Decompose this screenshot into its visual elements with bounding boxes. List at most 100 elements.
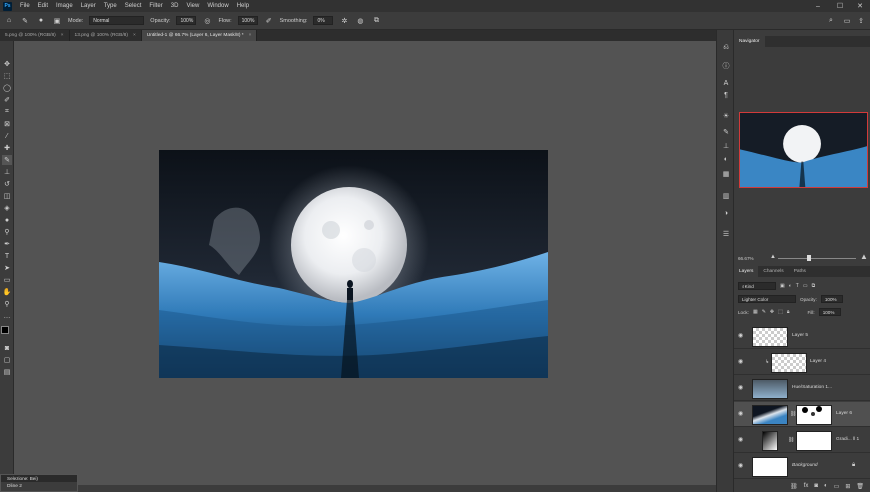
layer-name[interactable]: Layer 6: [836, 411, 852, 416]
quick-mask-icon[interactable]: ◙: [2, 343, 12, 353]
tab-paths[interactable]: Paths: [789, 266, 811, 277]
menu-image[interactable]: Image: [52, 3, 77, 9]
tab-untitled-1[interactable]: Untitled-1 @ 66.7% (Layer 6, Layer Mask/…: [141, 30, 258, 41]
pressure-opacity-icon[interactable]: ◎: [202, 16, 212, 26]
properties-icon[interactable]: ☰: [720, 228, 732, 239]
smoothing-field[interactable]: 0%: [313, 16, 334, 25]
photoshop-logo-icon[interactable]: Ps: [3, 1, 12, 11]
pen-tool-icon[interactable]: ✒: [2, 239, 12, 249]
close-icon[interactable]: ×: [133, 33, 136, 38]
screen-mode-icon[interactable]: ▢: [2, 355, 12, 365]
menu-3d[interactable]: 3D: [167, 3, 183, 9]
layer-row[interactable]: ◉ Hue/Saturation 1...: [734, 376, 870, 401]
zoom-slider[interactable]: [778, 258, 856, 259]
blur-tool-icon[interactable]: ●: [2, 215, 12, 225]
layer-row[interactable]: ◉ ⛓ Gradi... ll 1: [734, 428, 870, 453]
opacity-field[interactable]: 100%: [176, 16, 197, 25]
marquee-tool-icon[interactable]: ⬚: [2, 71, 12, 81]
menu-help[interactable]: Help: [233, 3, 253, 9]
lock-transparent-icon[interactable]: ▦: [753, 309, 758, 315]
color-icon[interactable]: ◐: [720, 154, 732, 165]
move-tool-icon[interactable]: ✥: [2, 59, 12, 69]
eraser-tool-icon[interactable]: ◫: [2, 191, 12, 201]
layer-row[interactable]: ◉ Layer 5: [734, 324, 870, 349]
flow-field[interactable]: 100%: [237, 16, 258, 25]
lasso-tool-icon[interactable]: ◯: [2, 83, 12, 93]
filter-adjust-icon[interactable]: ◐: [789, 283, 792, 289]
layer-name[interactable]: Layer 5: [792, 333, 808, 338]
history-icon[interactable]: ⎌: [720, 42, 732, 53]
swatches-icon[interactable]: ▦: [720, 168, 732, 179]
paint-bucket-tool-icon[interactable]: ◈: [2, 203, 12, 213]
symmetry-icon[interactable]: ⧉: [371, 16, 381, 26]
visibility-eye-icon[interactable]: ◉: [738, 358, 746, 366]
share-icon[interactable]: ⇪: [856, 16, 866, 26]
visibility-eye-icon[interactable]: ◉: [738, 384, 746, 392]
new-group-icon[interactable]: ▭: [834, 483, 840, 490]
brush-tool-icon[interactable]: ✎: [2, 155, 12, 165]
lock-artboard-icon[interactable]: ⬚: [778, 309, 783, 315]
layer-opacity-field[interactable]: 100%: [820, 295, 843, 303]
menu-layer[interactable]: Layer: [77, 3, 100, 9]
lock-position-icon[interactable]: ✥: [770, 309, 774, 315]
layer-mask-thumbnail[interactable]: [796, 431, 832, 451]
frame-tool-icon[interactable]: ⊠: [2, 119, 12, 129]
close-icon[interactable]: ×: [249, 33, 252, 38]
menu-select[interactable]: Select: [121, 3, 146, 9]
filter-type-icon[interactable]: T: [796, 283, 799, 289]
maximize-button[interactable]: ☐: [830, 0, 850, 12]
adjustments-icon[interactable]: ◑: [720, 208, 732, 219]
add-mask-icon[interactable]: ◙: [814, 483, 818, 489]
lock-image-icon[interactable]: ✎: [762, 309, 766, 315]
eyedropper-tool-icon[interactable]: ⁄: [2, 131, 12, 141]
minimize-button[interactable]: –: [808, 0, 828, 12]
filter-kind-select[interactable]: ⌕ Kind: [738, 282, 776, 290]
brush-panel-icon[interactable]: ✎: [720, 126, 732, 137]
paragraph-icon[interactable]: ¶: [720, 90, 732, 101]
zoom-tool-icon[interactable]: ⚲: [2, 299, 12, 309]
close-icon[interactable]: ×: [61, 33, 64, 38]
mode-select[interactable]: Normal: [89, 16, 145, 25]
path-selection-tool-icon[interactable]: ➤: [2, 263, 12, 273]
navigator-preview[interactable]: [739, 112, 868, 188]
layer-row[interactable]: ◉ Background 🔒︎: [734, 454, 870, 479]
new-adjustment-icon[interactable]: ◐: [824, 483, 828, 489]
floating-panel[interactable]: Selezione: Bei) Dline 2: [0, 474, 78, 492]
menu-edit[interactable]: Edit: [34, 3, 52, 9]
gear-icon[interactable]: ✲: [339, 16, 349, 26]
tab-5-png[interactable]: 5.png @ 100% (RGB/8) ×: [0, 30, 70, 41]
frame-mode-icon[interactable]: ▤: [2, 367, 12, 377]
visibility-eye-icon[interactable]: ◉: [738, 462, 746, 470]
layer-name[interactable]: Background: [792, 463, 818, 468]
menu-view[interactable]: View: [182, 3, 203, 9]
airbrush-icon[interactable]: ✐: [264, 16, 274, 26]
brush-preset-icon[interactable]: ✎: [20, 16, 30, 26]
dodge-tool-icon[interactable]: ⚲: [2, 227, 12, 237]
gradients-icon[interactable]: ▥: [720, 190, 732, 201]
rectangle-tool-icon[interactable]: ▭: [2, 275, 12, 285]
layer-name[interactable]: Gradi... ll 1: [836, 437, 859, 442]
new-layer-icon[interactable]: ⊞: [845, 483, 850, 490]
hand-tool-icon[interactable]: ✋: [2, 287, 12, 297]
lock-all-icon[interactable]: 🔒︎: [787, 309, 790, 315]
layer-name[interactable]: Layer 4: [810, 359, 826, 364]
zoom-value[interactable]: 66.67%: [738, 256, 754, 261]
close-button[interactable]: ✕: [850, 0, 870, 12]
filter-pixel-icon[interactable]: ▣: [780, 283, 785, 289]
more-tools-icon[interactable]: …: [2, 311, 12, 321]
brush-size-icon[interactable]: ●: [36, 16, 46, 26]
tab-channels[interactable]: Channels: [758, 266, 788, 277]
history-brush-tool-icon[interactable]: ↺: [2, 179, 12, 189]
document-canvas[interactable]: [159, 150, 548, 378]
layer-row-selected[interactable]: ◉ ⛓ Layer 6: [734, 402, 870, 427]
fx-icon[interactable]: fx: [804, 483, 809, 489]
layer-name[interactable]: Hue/Saturation 1...: [792, 385, 832, 390]
crop-tool-icon[interactable]: ⌗: [2, 107, 12, 117]
menu-type[interactable]: Type: [100, 3, 121, 9]
info-icon[interactable]: ⓘ: [720, 60, 732, 71]
clone-stamp-tool-icon[interactable]: ⊥: [2, 167, 12, 177]
light-icon[interactable]: ☀: [720, 110, 732, 121]
character-icon[interactable]: A: [720, 78, 732, 89]
type-tool-icon[interactable]: T: [2, 251, 12, 261]
zoom-out-icon[interactable]: ▲: [770, 254, 776, 260]
